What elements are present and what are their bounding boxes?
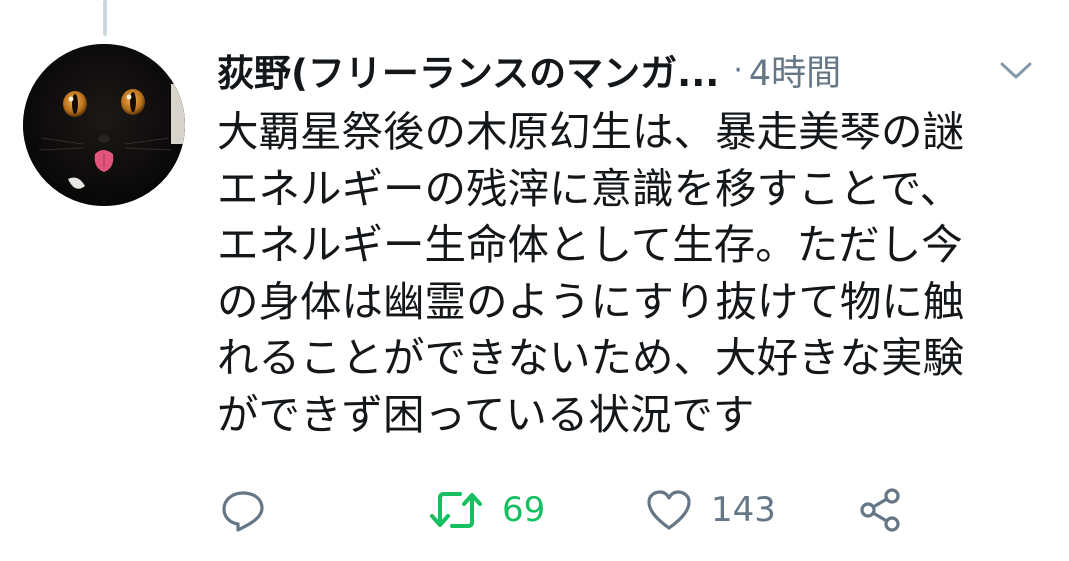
tweet-actions-bar: 69 143 xyxy=(0,482,1069,538)
like-button[interactable]: 143 xyxy=(645,482,776,538)
avatar[interactable] xyxy=(23,44,185,206)
tweet-text-line: エネルギーの残滓に意識を移すことで、 xyxy=(217,163,962,213)
thread-connector-line xyxy=(103,0,107,36)
tweet-text-line: エネルギー生命体として生存。ただし今 xyxy=(217,220,963,269)
tweet-text-line: の身体は幽霊のようにすり抜けて物に触 xyxy=(217,276,965,326)
like-count: 143 xyxy=(711,490,776,530)
heart-icon xyxy=(647,490,691,530)
tweet-header: 荻野(フリーランスのマンガ... · 4時間 xyxy=(217,44,1037,96)
retweet-icon xyxy=(430,492,482,528)
share-button[interactable] xyxy=(858,482,904,538)
reply-icon xyxy=(222,491,264,532)
tweet-text: 大覇星祭後の木原幻生は、暴走美琴の謎 エネルギーの残滓に意識を移すことで、 エネ… xyxy=(217,104,1047,443)
tweet-text-line: 大覇星祭後の木原幻生は、暴走美琴の謎 xyxy=(217,107,965,156)
retweet-count: 69 xyxy=(502,490,546,530)
reply-button[interactable] xyxy=(220,482,266,538)
separator-dot: · xyxy=(733,52,743,88)
timestamp[interactable]: 4時間 xyxy=(749,45,841,96)
share-icon xyxy=(860,488,900,532)
black-cat-avatar-icon xyxy=(23,44,185,206)
retweet-button[interactable]: 69 xyxy=(428,482,545,538)
tweet-text-line: ができず困っている状況です xyxy=(217,389,755,439)
display-name[interactable]: 荻野(フリーランスのマンガ... xyxy=(217,43,719,97)
tweet-text-line: れることができないため、大好きな実験 xyxy=(217,333,965,382)
chevron-down-icon[interactable] xyxy=(995,50,1037,92)
